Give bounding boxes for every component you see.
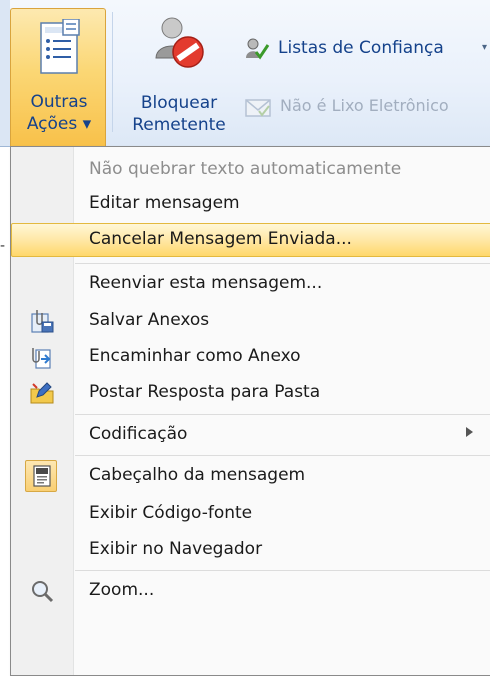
menu-item-encaminhar-como-anexo[interactable]: Encaminhar como Anexo [11, 340, 490, 374]
menu-item-codificacao[interactable]: Codificação [11, 418, 490, 452]
menu-item-label: Encaminhar como Anexo [89, 346, 301, 366]
menu-item-label: Reenviar esta mensagem... [89, 273, 323, 293]
menu-item-label: Salvar Anexos [89, 310, 210, 330]
chevron-down-icon: ▾ [482, 42, 488, 53]
post-reply-to-folder-icon [30, 382, 54, 404]
message-header-icon [33, 465, 51, 487]
menu-separator [75, 263, 490, 264]
forward-as-attachment-icon [32, 348, 51, 369]
not-junk-icon [245, 99, 271, 117]
bloquear-remetente-label-2[interactable]: Remetente [118, 114, 240, 136]
menu-item-label: Cabeçalho da mensagem [89, 465, 306, 485]
ribbon-left-edge [0, 0, 10, 146]
menu-item-exibir-no-navegador[interactable]: Exibir no Navegador [11, 533, 490, 567]
menu-item-label: Exibir no Navegador [89, 539, 263, 559]
menu-item-zoom[interactable]: Zoom... [11, 574, 490, 608]
ribbon-separator [112, 12, 113, 132]
outras-acoes-label-2: Ações ▾ [26, 114, 92, 134]
menu-item-exibir-codigo-fonte[interactable]: Exibir Código-fonte [11, 497, 490, 531]
menu-item-nao-quebrar-texto: Não quebrar texto automaticamente [11, 153, 490, 187]
menu-item-cancelar-mensagem-enviada[interactable]: Cancelar Mensagem Enviada... [11, 223, 490, 257]
nao-e-lixo-eletronico-label: Não é Lixo Eletrônico [280, 96, 449, 115]
menu-item-postar-resposta-para-pasta[interactable]: Postar Resposta para Pasta [11, 376, 490, 410]
submenu-arrow-icon [466, 427, 473, 437]
menu-item-label: Editar mensagem [89, 193, 240, 213]
menu-item-label: Cancelar Mensagem Enviada... [89, 229, 352, 249]
menu-item-label: Postar Resposta para Pasta [89, 382, 321, 402]
menu-item-editar-mensagem[interactable]: Editar mensagem [11, 187, 490, 221]
menu-item-label: Exibir Código-fonte [89, 503, 253, 523]
save-attachments-icon [31, 310, 54, 333]
menu-item-cabecalho-da-mensagem[interactable]: Cabeçalho da mensagem [11, 459, 490, 493]
bloquear-remetente-label[interactable]: Bloquear [118, 92, 240, 114]
outras-acoes-button[interactable]: Outras Ações ▾ [10, 8, 106, 146]
menu-item-salvar-anexos[interactable]: Salvar Anexos [11, 304, 490, 338]
menu-separator [75, 414, 490, 415]
menu-separator [75, 570, 490, 571]
menu-item-label: Não quebrar texto automaticamente [89, 159, 402, 179]
ribbon: Outras Ações ▾ Bloquear Remetente Listas… [0, 0, 490, 147]
block-sender-icon[interactable] [150, 14, 208, 72]
menu-item-reenviar-mensagem[interactable]: Reenviar esta mensagem... [11, 267, 490, 301]
zoom-magnifier-icon [32, 581, 54, 603]
listas-de-confianca-label: Listas de Confiança [278, 38, 444, 58]
background-edge-glyph: - [0, 238, 6, 254]
outras-acoes-menu: Não quebrar texto automaticamente Editar… [10, 146, 490, 676]
outras-acoes-label: Outras [30, 92, 88, 112]
menu-item-label: Zoom... [89, 580, 155, 600]
trust-lists-icon [246, 38, 270, 60]
menu-separator [75, 455, 490, 456]
menu-item-label: Codificação [89, 424, 188, 444]
other-actions-icon [40, 19, 80, 74]
